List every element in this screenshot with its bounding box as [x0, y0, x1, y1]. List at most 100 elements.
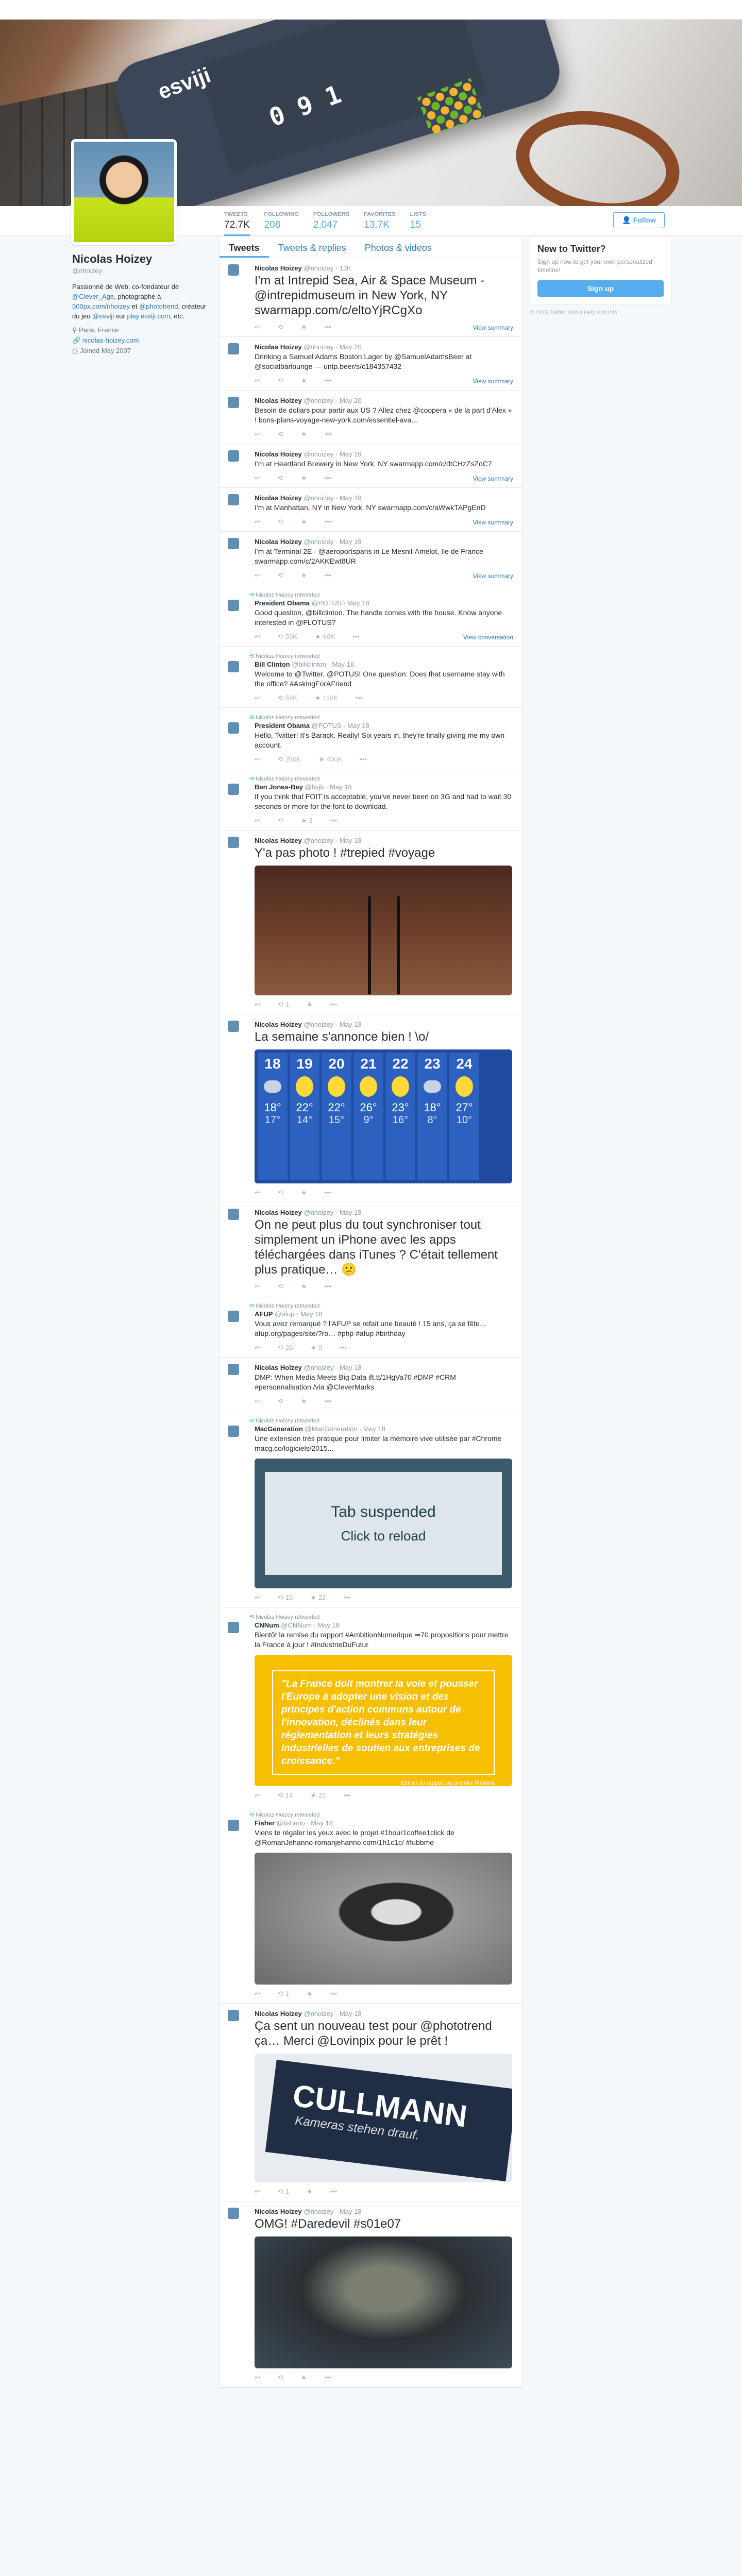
- favorite-icon[interactable]: ★ 9: [310, 1344, 322, 1353]
- tweet-author[interactable]: Nicolas Hoizey: [255, 1364, 302, 1371]
- tweet-author[interactable]: Nicolas Hoizey: [255, 538, 302, 546]
- avatar[interactable]: [71, 139, 177, 245]
- favorite-icon[interactable]: ★: [301, 518, 307, 527]
- tweet-handle-time[interactable]: @nhoizey · 13h: [303, 264, 350, 272]
- tweet-avatar[interactable]: [228, 1021, 239, 1032]
- tweet-avatar[interactable]: [228, 1364, 239, 1375]
- sidebar-footer[interactable]: © 2015 Twitter About Help Ads info: [530, 310, 671, 316]
- favorite-icon[interactable]: ★: [301, 323, 307, 332]
- stat-tweets[interactable]: Tweets 72.7K: [224, 206, 250, 236]
- favorite-icon[interactable]: ★: [301, 2374, 307, 2383]
- tweet[interactable]: Nicolas Hoizey retweetedMacGeneration @M…: [220, 1411, 522, 1607]
- tweet[interactable]: Nicolas Hoizey retweetedCNNum @CNNum · M…: [220, 1607, 522, 1805]
- tweet-author[interactable]: Nicolas Hoizey: [255, 2208, 302, 2215]
- favorite-icon[interactable]: ★: [301, 571, 307, 581]
- tweet-handle-time[interactable]: @CNNum · May 18: [281, 1621, 340, 1629]
- tweet-author[interactable]: Nicolas Hoizey: [255, 2010, 302, 2018]
- favorite-icon[interactable]: ★: [301, 1282, 307, 1292]
- tweet[interactable]: Nicolas Hoizey retweetedFisher @fisherio…: [220, 1805, 522, 2004]
- tweet[interactable]: Nicolas Hoizey @nhoizey · May 18 La semai…: [220, 1014, 522, 1202]
- tweet-media[interactable]: Tab suspended Click to reload: [255, 1459, 512, 1588]
- tweet-handle-time[interactable]: @nhoizey · May 18: [303, 837, 361, 844]
- retweet-icon[interactable]: ⟲: [278, 377, 283, 386]
- stat-following[interactable]: Following 208: [264, 206, 299, 236]
- tweet-handle-time[interactable]: @afup · May 18: [275, 1310, 323, 1318]
- tweet-author[interactable]: President Obama: [255, 722, 310, 730]
- tweet-avatar[interactable]: [228, 343, 239, 354]
- tweet-author[interactable]: Bill Clinton: [255, 660, 290, 668]
- favorite-icon[interactable]: ★ 60K: [315, 633, 335, 642]
- tweet-avatar[interactable]: [228, 397, 239, 408]
- tweet-author[interactable]: Fisher: [255, 1819, 275, 1827]
- tweet-handle-time[interactable]: @MacGeneration · May 18: [305, 1425, 385, 1433]
- favorite-icon[interactable]: ★ 22: [310, 1791, 326, 1801]
- reply-icon[interactable]: ↩: [255, 633, 260, 642]
- tweet-handle-time[interactable]: @nhoizey · May 18: [303, 2208, 361, 2215]
- tweet-avatar[interactable]: [228, 1622, 239, 1633]
- reply-icon[interactable]: ↩: [255, 1001, 260, 1010]
- favorite-icon[interactable]: ★: [301, 377, 307, 386]
- favorite-icon[interactable]: ★: [307, 1001, 313, 1010]
- retweet-icon[interactable]: ⟲: [278, 817, 283, 826]
- more-icon[interactable]: •••: [352, 633, 360, 642]
- reply-icon[interactable]: ↩: [255, 474, 260, 483]
- retweet-icon[interactable]: ⟲ 14: [278, 1791, 293, 1801]
- tweet-handle-time[interactable]: @POTUS · May 18: [312, 599, 369, 607]
- website-link[interactable]: nicolas-hoizey.com: [82, 336, 139, 344]
- tweet[interactable]: Nicolas Hoizey @nhoizey · May 19 I'm at T…: [220, 532, 522, 585]
- more-icon[interactable]: •••: [324, 1189, 331, 1198]
- tweet[interactable]: Nicolas Hoizey @nhoizey · May 18 OMG! #Da…: [220, 2201, 522, 2387]
- tweet[interactable]: Nicolas Hoizey retweetedPresident Obama …: [220, 708, 522, 769]
- reply-icon[interactable]: ↩: [255, 1791, 260, 1801]
- reply-icon[interactable]: ↩: [255, 1594, 260, 1603]
- reply-icon[interactable]: ↩: [255, 323, 260, 332]
- tweet-media[interactable]: 18 18° 17° 19 22° 14° 20 22° 15° 21 26° 9° 22 23° 16° 2…: [255, 1049, 512, 1183]
- more-icon[interactable]: •••: [343, 1594, 350, 1603]
- retweet-icon[interactable]: ⟲: [278, 1282, 283, 1292]
- tweet-media[interactable]: [255, 1853, 512, 1985]
- tweet-author[interactable]: AFUP: [255, 1310, 273, 1318]
- tweet-handle-time[interactable]: @nhoizey · May 20: [303, 343, 361, 351]
- tweet-handle-time[interactable]: @fisherio · May 18: [277, 1819, 333, 1827]
- tweet-avatar[interactable]: [228, 722, 239, 734]
- signup-button[interactable]: Sign up: [537, 280, 664, 297]
- tweet-author[interactable]: Nicolas Hoizey: [255, 450, 302, 458]
- reply-icon[interactable]: ↩: [255, 1282, 260, 1292]
- reply-icon[interactable]: ↩: [255, 817, 260, 826]
- more-icon[interactable]: •••: [324, 323, 331, 332]
- tweet-avatar[interactable]: [228, 784, 239, 795]
- view-summary-link[interactable]: View summary: [473, 519, 513, 526]
- bio-link[interactable]: @esviji: [92, 312, 114, 320]
- tweet-handle-time[interactable]: @nhoizey · May 19: [303, 494, 361, 502]
- tweet-author[interactable]: MacGeneration: [255, 1425, 303, 1433]
- more-icon[interactable]: •••: [324, 571, 331, 581]
- more-icon[interactable]: •••: [340, 1344, 347, 1353]
- retweet-icon[interactable]: ⟲ 16: [278, 1594, 293, 1603]
- stat-favorites[interactable]: Favorites 13.7K: [364, 206, 396, 236]
- reply-icon[interactable]: ↩: [255, 694, 260, 703]
- tweet[interactable]: Nicolas Hoizey @nhoizey · May 18 DMP: Whe…: [220, 1358, 522, 1411]
- tweet-author[interactable]: Nicolas Hoizey: [255, 343, 302, 351]
- tweet-avatar[interactable]: [228, 2208, 239, 2219]
- profile-handle[interactable]: @nhoizey: [72, 267, 211, 275]
- more-icon[interactable]: •••: [324, 1397, 331, 1406]
- tweet[interactable]: Nicolas Hoizey @nhoizey · May 20 Besoin d…: [220, 391, 522, 444]
- retweet-icon[interactable]: ⟲: [278, 1397, 283, 1406]
- tab-tweets-replies[interactable]: Tweets & replies: [269, 236, 356, 258]
- more-icon[interactable]: •••: [324, 1282, 331, 1292]
- reply-icon[interactable]: ↩: [255, 2188, 260, 2197]
- more-icon[interactable]: •••: [330, 817, 338, 826]
- favorite-icon[interactable]: ★ 400K: [318, 755, 342, 765]
- retweet-icon[interactable]: ⟲: [278, 430, 283, 439]
- tweet[interactable]: Nicolas Hoizey retweetedAFUP @afup · May…: [220, 1296, 522, 1358]
- reply-icon[interactable]: ↩: [255, 755, 260, 765]
- tweet-author[interactable]: Nicolas Hoizey: [255, 1209, 302, 1216]
- favorite-icon[interactable]: ★: [301, 474, 307, 483]
- retweet-icon[interactable]: ⟲: [278, 571, 283, 581]
- tweet-handle-time[interactable]: @nhoizey · May 18: [303, 1021, 361, 1028]
- reply-icon[interactable]: ↩: [255, 1344, 260, 1353]
- bio-link[interactable]: @phototrend: [139, 302, 178, 310]
- retweet-icon[interactable]: ⟲: [278, 474, 283, 483]
- favorite-icon[interactable]: ★ 110K: [315, 694, 338, 703]
- favorite-icon[interactable]: ★: [307, 1990, 313, 1999]
